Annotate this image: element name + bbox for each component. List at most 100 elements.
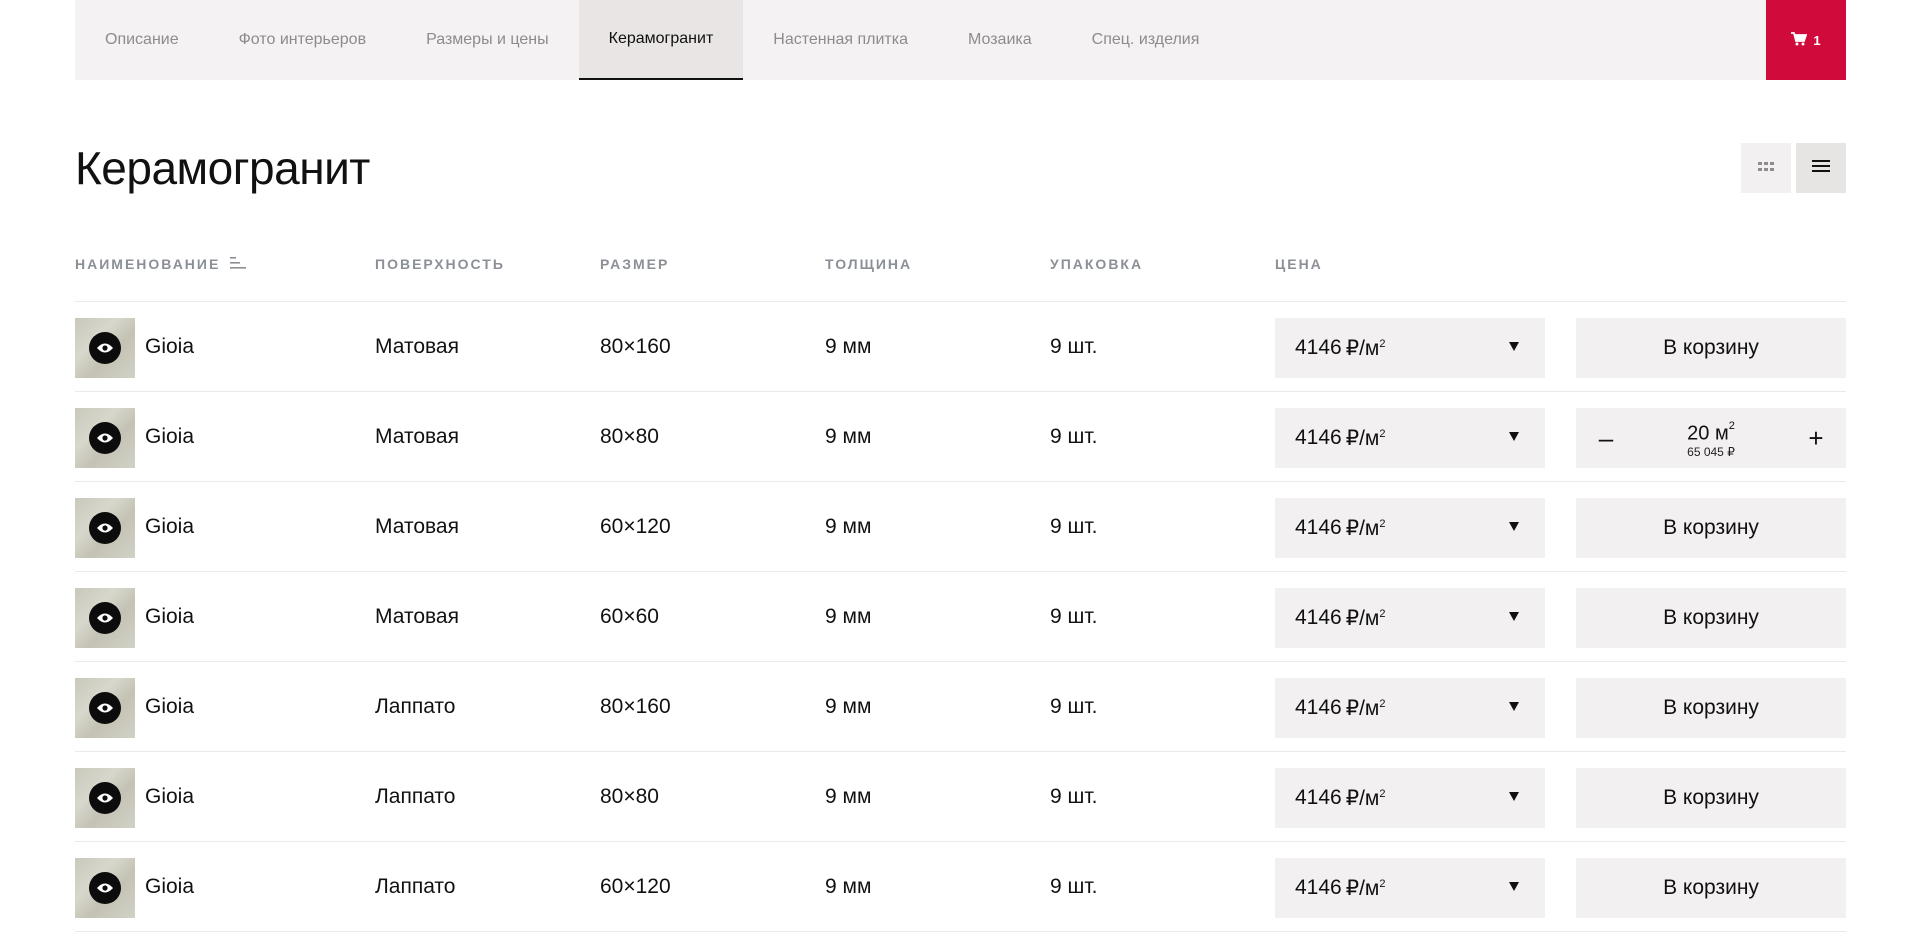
product-name: Gioia [145, 605, 195, 628]
price-unit-select[interactable]: 4146 ₽/м 2 [1275, 498, 1545, 558]
product-package: 9 шт. [1050, 335, 1098, 358]
product-size: 60×60 [600, 605, 659, 628]
list-view-button[interactable] [1796, 143, 1846, 193]
product-size: 60×120 [600, 515, 671, 538]
price-value: 4146 [1295, 426, 1342, 449]
sort-icon[interactable] [230, 256, 247, 272]
product-thickness: 9 мм [825, 875, 872, 898]
quantity-unit-sup: 2 [1728, 420, 1735, 432]
price-value: 4146 [1295, 336, 1342, 359]
price-value: 4146 [1295, 696, 1342, 719]
view-toggle [1741, 143, 1846, 193]
quantity-display: 20 м2 65 045 ₽ [1636, 418, 1786, 459]
tab-wall-tile[interactable]: Настенная плитка [743, 0, 938, 80]
eye-icon [89, 512, 121, 544]
product-size: 80×160 [600, 695, 671, 718]
column-header-name[interactable]: НАИМЕНОВАНИЕ [75, 256, 247, 272]
product-package: 9 шт. [1050, 605, 1098, 628]
product-thickness: 9 мм [825, 425, 872, 448]
price-value: 4146 [1295, 606, 1342, 629]
table-row: Gioia Лаппато 80×160 9 мм 9 шт. 4146 ₽/м… [75, 662, 1846, 752]
price-unit-select[interactable]: 4146 ₽/м 2 [1275, 768, 1545, 828]
product-size: 80×80 [600, 425, 659, 448]
cart-button[interactable]: 1 [1766, 0, 1846, 80]
tab-interior-photos[interactable]: Фото интерьеров [209, 0, 396, 80]
product-thickness: 9 мм [825, 515, 872, 538]
product-package: 9 шт. [1050, 695, 1098, 718]
price-value: 4146 [1295, 786, 1342, 809]
table-row: Gioia Матовая 80×160 9 мм 9 шт. 4146 ₽/м… [75, 302, 1846, 392]
product-thumbnail[interactable] [75, 588, 135, 648]
column-header-thickness: ТОЛЩИНА [825, 256, 913, 272]
product-thumbnail[interactable] [75, 858, 135, 918]
add-to-cart-button[interactable]: В корзину [1576, 318, 1846, 378]
price-value: 4146 [1295, 876, 1342, 899]
price-unit-select[interactable]: 4146 ₽/м 2 [1275, 588, 1545, 648]
product-name: Gioia [145, 425, 195, 448]
add-to-cart-button[interactable]: В корзину [1576, 498, 1846, 558]
price-unit-sup: 2 [1379, 878, 1386, 890]
add-to-cart-button[interactable]: В корзину [1576, 858, 1846, 918]
quantity-value: 20 м [1687, 422, 1729, 445]
price-unit: ₽/м [1345, 786, 1380, 810]
table-row: Gioia Матовая 60×60 9 мм 9 шт. 4146 ₽/м 2… [75, 572, 1846, 662]
product-thumbnail[interactable] [75, 678, 135, 738]
product-package: 9 шт. [1050, 425, 1098, 448]
product-thumbnail[interactable] [75, 498, 135, 558]
price-unit-select[interactable]: 4146 ₽/м 2 [1275, 858, 1545, 918]
tab-description[interactable]: Описание [75, 0, 209, 80]
add-to-cart-button[interactable]: В корзину [1576, 678, 1846, 738]
column-header-package: УПАКОВКА [1050, 256, 1144, 272]
product-thumbnail[interactable] [75, 768, 135, 828]
tab-mosaic[interactable]: Мозаика [938, 0, 1062, 80]
caret-down-icon [1509, 612, 1519, 621]
caret-down-icon [1509, 792, 1519, 801]
tab-sizes-prices[interactable]: Размеры и цены [396, 0, 579, 80]
tab-porcelain[interactable]: Керамогранит [578, 0, 744, 80]
price-value: 4146 [1295, 516, 1342, 539]
add-to-cart-button[interactable]: В корзину [1576, 588, 1846, 648]
page-container: Описание Фото интерьеров Размеры и цены … [75, 0, 1846, 932]
caret-down-icon [1509, 432, 1519, 441]
price-unit-sup: 2 [1379, 608, 1386, 620]
price-unit: ₽/м [1345, 516, 1380, 540]
product-thickness: 9 мм [825, 695, 872, 718]
increase-quantity-button[interactable]: + [1786, 408, 1846, 468]
price-unit: ₽/м [1345, 606, 1380, 630]
price-unit-select[interactable]: 4146 ₽/м 2 [1275, 678, 1545, 738]
decrease-quantity-button[interactable]: – [1576, 408, 1636, 468]
product-package: 9 шт. [1050, 515, 1098, 538]
caret-down-icon [1509, 522, 1519, 531]
product-surface: Лаппато [375, 695, 456, 718]
product-surface: Матовая [375, 335, 459, 358]
product-tabs: Описание Фото интерьеров Размеры и цены … [75, 0, 1846, 80]
product-size: 80×160 [600, 335, 671, 358]
price-unit-sup: 2 [1379, 338, 1386, 350]
product-name: Gioia [145, 335, 195, 358]
price-unit: ₽/м [1345, 696, 1380, 720]
product-package: 9 шт. [1050, 785, 1098, 808]
price-unit-sup: 2 [1379, 788, 1386, 800]
column-header-surface: ПОВЕРХНОСТЬ [375, 256, 505, 272]
price-unit: ₽/м [1345, 876, 1380, 900]
caret-down-icon [1509, 702, 1519, 711]
eye-icon [89, 422, 121, 454]
product-surface: Матовая [375, 515, 459, 538]
product-name: Gioia [145, 785, 195, 808]
table-row: Gioia Матовая 80×80 9 мм 9 шт. 4146 ₽/м 2… [75, 392, 1846, 482]
price-unit-select[interactable]: 4146 ₽/м 2 [1275, 408, 1545, 468]
tab-special-items[interactable]: Спец. изделия [1062, 0, 1230, 80]
product-thumbnail[interactable] [75, 408, 135, 468]
product-thickness: 9 мм [825, 785, 872, 808]
table-header: НАИМЕНОВАНИЕ ПОВЕРХНОСТЬ РАЗМЕР ТОЛЩИНА … [75, 250, 1846, 302]
caret-down-icon [1509, 342, 1519, 351]
product-surface: Лаппато [375, 875, 456, 898]
price-unit-sup: 2 [1379, 518, 1386, 530]
price-unit-select[interactable]: 4146 ₽/м 2 [1275, 318, 1545, 378]
add-to-cart-button[interactable]: В корзину [1576, 768, 1846, 828]
product-surface: Матовая [375, 425, 459, 448]
price-unit: ₽/м [1345, 426, 1380, 450]
grid-view-button[interactable] [1741, 143, 1791, 193]
product-thumbnail[interactable] [75, 318, 135, 378]
product-name: Gioia [145, 875, 195, 898]
